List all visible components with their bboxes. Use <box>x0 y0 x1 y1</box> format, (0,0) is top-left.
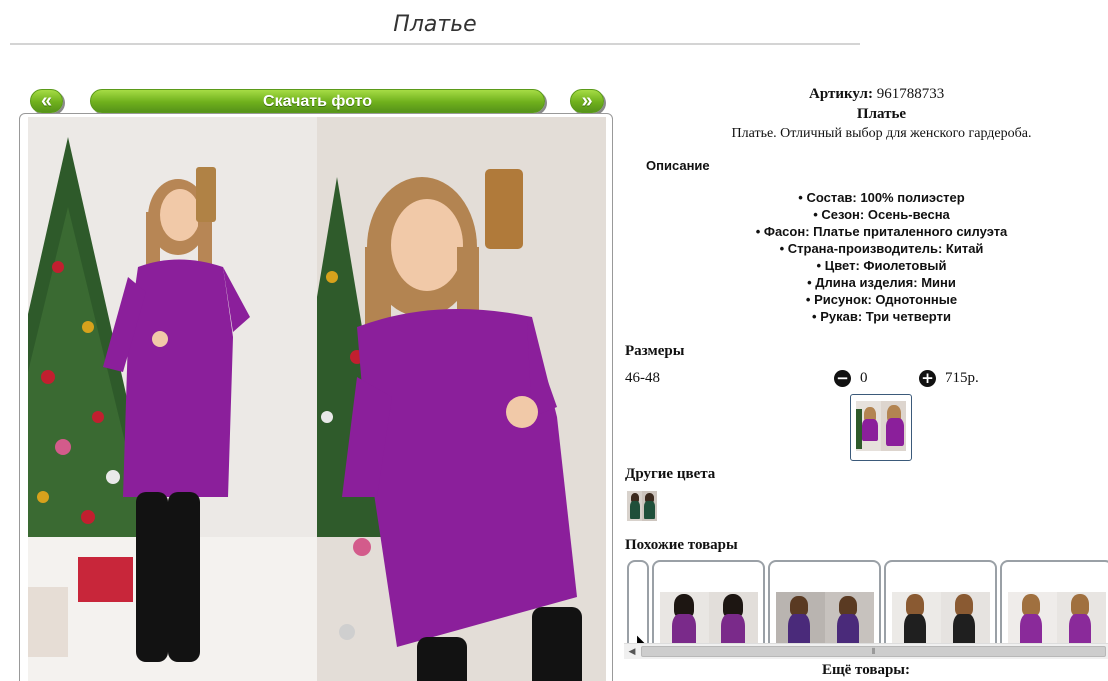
size-row: 46-48 − 0 + 715р. <box>625 370 1105 390</box>
other-colors-heading: Другие цвета <box>625 466 716 482</box>
product-description: Платье. Отличный выбор для женского гард… <box>731 126 1032 141</box>
plus-icon[interactable]: + <box>919 370 936 387</box>
next-photo-button[interactable]: » <box>570 89 604 113</box>
sizes-heading: Размеры <box>625 343 685 359</box>
quantity-value: 0 <box>860 370 868 386</box>
property-item: • Рукав: Три четверти <box>812 309 951 324</box>
property-item: • Рисунок: Однотонные <box>805 292 958 307</box>
photo-left-pose <box>28 117 317 681</box>
more-products-heading: Ещё товары: <box>821 662 911 678</box>
property-item: • Состав: 100% полиэстер <box>798 190 965 205</box>
minus-icon[interactable]: − <box>834 370 851 387</box>
property-item: • Длина изделия: Мини <box>807 275 956 290</box>
thumbnail-image <box>856 401 906 451</box>
property-item: • Страна-производитель: Китай <box>779 241 984 256</box>
selected-photo-thumbnail[interactable] <box>850 394 912 461</box>
description-heading: Описание <box>646 158 710 173</box>
article-label: Артикул: <box>809 86 873 102</box>
property-item: • Сезон: Осень-весна <box>813 207 950 222</box>
download-photo-button[interactable]: Скачать фото <box>90 89 545 113</box>
property-list: • Состав: 100% полиэстер • Сезон: Осень-… <box>634 189 1108 325</box>
article-value: 961788733 <box>876 86 945 102</box>
product-name: Платье <box>856 106 907 122</box>
scrollbar-thumb[interactable]: ⦀ <box>641 646 1106 657</box>
property-item: • Фасон: Платье приталенного силуэта <box>755 224 1008 239</box>
main-photo-frame <box>19 113 613 681</box>
carousel-scrollbar[interactable]: ◀ ⦀ <box>624 643 1108 659</box>
article-line: Артикул: 961788733 <box>809 86 944 103</box>
left-pose-illustration <box>28 117 317 681</box>
photo-right-pose <box>317 117 606 681</box>
previous-photo-button[interactable]: « <box>30 89 63 113</box>
property-item: • Цвет: Фиолетовый <box>816 258 947 273</box>
color-variant-thumbnail[interactable] <box>627 491 657 521</box>
scroll-left-arrow-icon[interactable]: ◀ <box>624 644 640 659</box>
right-pose-illustration <box>317 117 606 681</box>
page-title: Платье <box>10 12 860 45</box>
size-label: 46-48 <box>625 370 660 386</box>
size-price: 715р. <box>945 370 979 386</box>
similar-products-heading: Похожие товары <box>625 537 738 553</box>
product-main-photo[interactable] <box>28 117 606 681</box>
